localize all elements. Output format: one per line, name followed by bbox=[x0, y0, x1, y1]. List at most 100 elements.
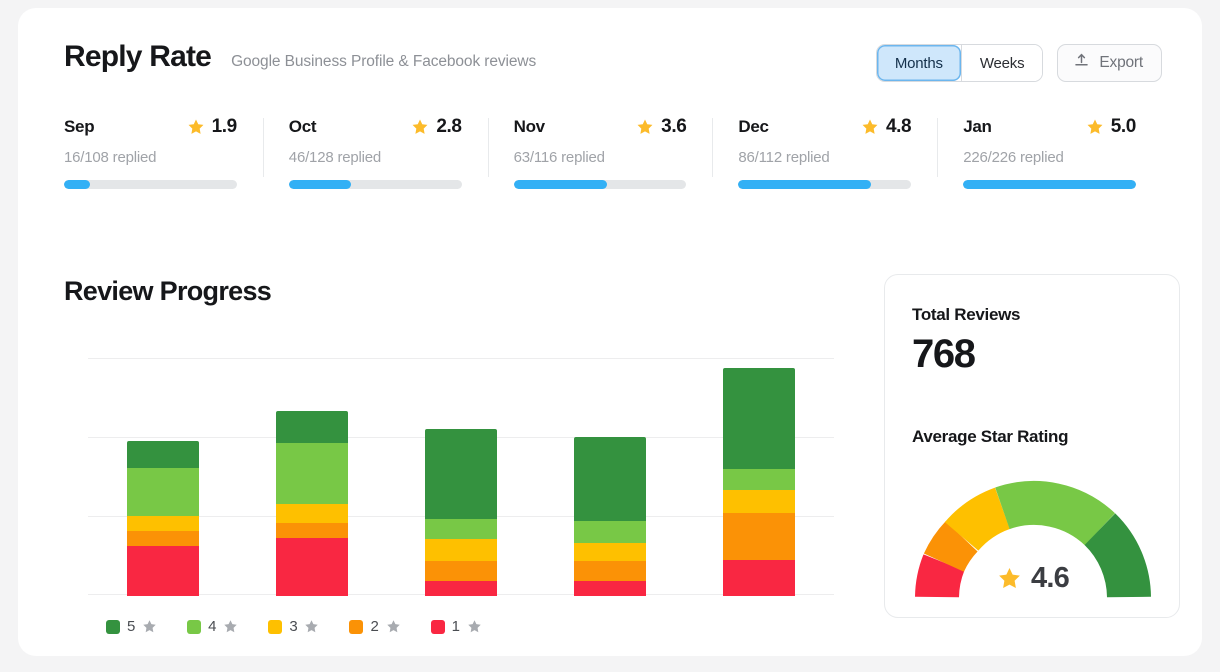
bar-segment bbox=[723, 368, 795, 469]
stat-header: Sep 1.9 bbox=[64, 116, 237, 138]
gauge-arc-4-star bbox=[1002, 503, 1100, 529]
legend-label: 2 bbox=[370, 618, 378, 635]
star-icon bbox=[187, 118, 205, 136]
star-icon bbox=[304, 619, 319, 634]
stat-rating: 1.9 bbox=[187, 116, 237, 138]
stat-replied-text: 86/112 replied bbox=[738, 149, 911, 166]
stat-rating-value: 3.6 bbox=[661, 116, 686, 138]
stat-rating: 2.8 bbox=[411, 116, 461, 138]
stat-rating-value: 5.0 bbox=[1111, 116, 1136, 138]
star-icon bbox=[861, 118, 879, 136]
upload-icon bbox=[1073, 52, 1090, 74]
month-stats-strip: Sep 1.9 16/108 replied Oct bbox=[64, 116, 1162, 189]
stat-month-label: Sep bbox=[64, 117, 94, 137]
stat-rating: 5.0 bbox=[1086, 116, 1136, 138]
star-icon bbox=[997, 566, 1022, 591]
header-controls: Months Weeks Export bbox=[876, 44, 1162, 82]
stat-progress-track bbox=[514, 180, 687, 189]
total-reviews-value: 768 bbox=[912, 332, 975, 377]
total-reviews-label: Total Reviews bbox=[912, 305, 1020, 325]
bar-segment bbox=[425, 539, 497, 561]
bar-segment bbox=[276, 504, 348, 523]
legend-swatch bbox=[349, 620, 363, 634]
average-rating-gauge: 4.6 bbox=[903, 467, 1163, 607]
bar-segment bbox=[723, 560, 795, 596]
header: Reply Rate Google Business Profile & Fac… bbox=[64, 40, 1162, 96]
bar-segment bbox=[127, 546, 199, 596]
stat-rating-value: 1.9 bbox=[212, 116, 237, 138]
bar-segment bbox=[276, 443, 348, 504]
month-stat-oct: Oct 2.8 46/128 replied bbox=[263, 116, 488, 189]
bar-segment bbox=[127, 516, 199, 531]
bar-column-nov[interactable] bbox=[425, 429, 497, 596]
legend-item-4-star[interactable]: 4 bbox=[187, 618, 238, 635]
bar-segment bbox=[574, 543, 646, 561]
range-toggle-months[interactable]: Months bbox=[877, 45, 961, 81]
bar-segment bbox=[276, 538, 348, 596]
legend-swatch bbox=[268, 620, 282, 634]
bar-segment bbox=[276, 523, 348, 538]
gauge-value-group: 4.6 bbox=[903, 562, 1163, 595]
summary-panel: Total Reviews 768 Average Star Rating 4.… bbox=[884, 274, 1180, 618]
stat-progress-track bbox=[963, 180, 1136, 189]
stat-rating-value: 4.8 bbox=[886, 116, 911, 138]
stat-progress-track bbox=[738, 180, 911, 189]
range-toggle-weeks[interactable]: Weeks bbox=[962, 45, 1043, 81]
gauge-value: 4.6 bbox=[1031, 562, 1069, 595]
stat-month-label: Nov bbox=[514, 117, 545, 137]
stat-progress-track bbox=[64, 180, 237, 189]
legend-item-2-star[interactable]: 2 bbox=[349, 618, 400, 635]
stat-month-label: Jan bbox=[963, 117, 991, 137]
bar-segment bbox=[425, 429, 497, 519]
bar-segment bbox=[425, 519, 497, 539]
star-icon bbox=[223, 619, 238, 634]
bar-segment bbox=[723, 513, 795, 560]
bar-segment bbox=[425, 561, 497, 581]
bar-column-oct[interactable] bbox=[276, 411, 348, 596]
legend-swatch bbox=[431, 620, 445, 634]
stat-month-label: Oct bbox=[289, 117, 316, 137]
stat-progress-fill bbox=[738, 180, 871, 189]
stat-progress-fill bbox=[963, 180, 1136, 189]
stat-header: Jan 5.0 bbox=[963, 116, 1136, 138]
bar-segment bbox=[574, 437, 646, 521]
page-title: Reply Rate bbox=[64, 40, 211, 74]
stat-replied-text: 63/116 replied bbox=[514, 149, 687, 166]
bar-segment bbox=[574, 561, 646, 581]
bar-segment bbox=[425, 581, 497, 596]
bar-column-sep[interactable] bbox=[127, 441, 199, 596]
month-stat-dec: Dec 4.8 86/112 replied bbox=[712, 116, 937, 189]
stat-header: Dec 4.8 bbox=[738, 116, 911, 138]
star-icon bbox=[386, 619, 401, 634]
stat-progress-fill bbox=[514, 180, 607, 189]
stat-rating-value: 2.8 bbox=[436, 116, 461, 138]
legend-item-5-star[interactable]: 5 bbox=[106, 618, 157, 635]
stat-rating: 3.6 bbox=[636, 116, 686, 138]
range-toggle-group[interactable]: Months Weeks bbox=[876, 44, 1044, 82]
bar-segment bbox=[276, 411, 348, 443]
stat-progress-fill bbox=[64, 180, 90, 189]
bar-segment bbox=[127, 468, 199, 516]
legend-swatch bbox=[187, 620, 201, 634]
bar-column-jan[interactable] bbox=[723, 368, 795, 596]
bar-segment bbox=[574, 581, 646, 596]
legend-label: 4 bbox=[208, 618, 216, 635]
stat-rating: 4.8 bbox=[861, 116, 911, 138]
stat-replied-text: 16/108 replied bbox=[64, 149, 237, 166]
month-stat-jan: Jan 5.0 226/226 replied bbox=[937, 116, 1162, 189]
star-icon bbox=[1086, 118, 1104, 136]
star-icon bbox=[467, 619, 482, 634]
page-subtitle: Google Business Profile & Facebook revie… bbox=[231, 53, 536, 71]
review-progress-title: Review Progress bbox=[64, 276, 271, 307]
gridline bbox=[88, 358, 834, 359]
bar-column-dec[interactable] bbox=[574, 437, 646, 596]
review-progress-chart bbox=[64, 348, 844, 598]
stat-header: Oct 2.8 bbox=[289, 116, 462, 138]
bar-segment bbox=[127, 441, 199, 468]
chart-plot bbox=[88, 358, 834, 596]
legend-item-1-star[interactable]: 1 bbox=[431, 618, 482, 635]
export-button[interactable]: Export bbox=[1057, 44, 1162, 82]
legend-item-3-star[interactable]: 3 bbox=[268, 618, 319, 635]
stat-replied-text: 46/128 replied bbox=[289, 149, 462, 166]
reply-rate-card: Reply Rate Google Business Profile & Fac… bbox=[18, 8, 1202, 656]
